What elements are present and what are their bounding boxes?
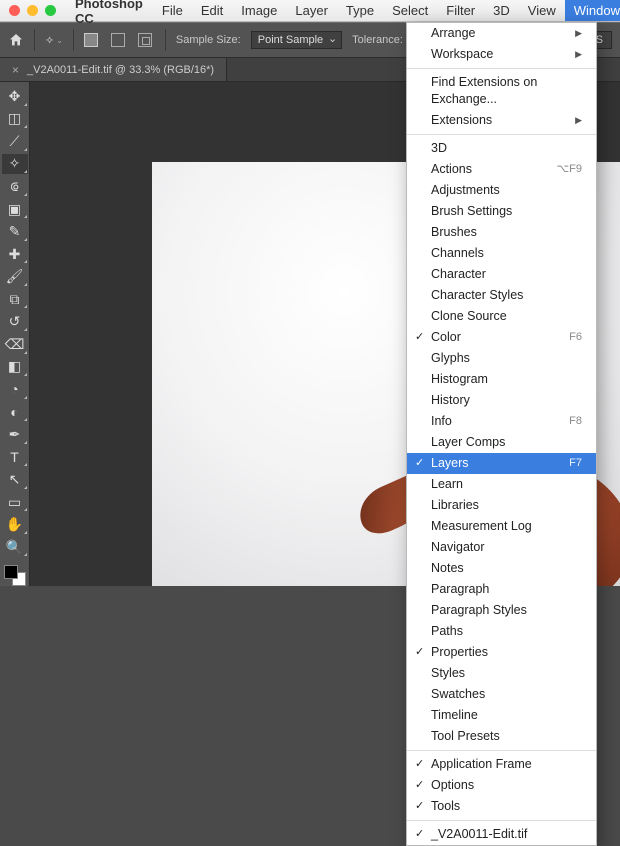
separator	[34, 29, 35, 51]
crop-tool[interactable]: ⟃	[2, 176, 28, 197]
dodge-tool[interactable]: ◐	[2, 402, 28, 423]
menu-3d[interactable]: 3D	[484, 0, 519, 21]
window-menu-dropdown: ArrangeWorkspace Find Extensions on Excha…	[406, 22, 597, 846]
menuitem-styles[interactable]: Styles	[407, 663, 596, 684]
selection-subtract-icon[interactable]	[138, 33, 152, 47]
eyedropper-tool[interactable]: ✎	[2, 221, 28, 242]
menuitem--v2a0011-edit-tif[interactable]: ✓_V2A0011-Edit.tif	[407, 824, 596, 845]
menu-image[interactable]: Image	[232, 0, 286, 21]
menuitem-brushes[interactable]: Brushes	[407, 222, 596, 243]
zoom-window[interactable]	[45, 5, 56, 16]
app-name: Photoshop CC	[65, 0, 153, 26]
sample-size-label: Sample Size:	[176, 34, 241, 46]
menu-window[interactable]: Window	[565, 0, 620, 21]
menu-file[interactable]: File	[153, 0, 192, 21]
menuitem-paragraph-styles[interactable]: Paragraph Styles	[407, 600, 596, 621]
color-swatches[interactable]	[4, 565, 26, 586]
menuitem-navigator[interactable]: Navigator	[407, 537, 596, 558]
separator	[73, 29, 74, 51]
menu-type[interactable]: Type	[337, 0, 383, 21]
menuitem-layers[interactable]: ✓LayersF7	[407, 453, 596, 474]
menuitem-extensions[interactable]: Extensions	[407, 110, 596, 131]
lasso-tool[interactable]: ⟋	[2, 131, 28, 152]
menu-edit[interactable]: Edit	[192, 0, 232, 21]
history-brush-tool[interactable]: ↺	[2, 311, 28, 332]
menuitem-3d[interactable]: 3D	[407, 138, 596, 159]
menuitem-history[interactable]: History	[407, 390, 596, 411]
menuitem-brush-settings[interactable]: Brush Settings	[407, 201, 596, 222]
menubar: Photoshop CC FileEditImageLayerTypeSelec…	[0, 0, 620, 22]
menuitem-character[interactable]: Character	[407, 264, 596, 285]
menuitem-clone-source[interactable]: Clone Source	[407, 306, 596, 327]
brush-tool[interactable]: 🖌	[2, 266, 28, 287]
menuitem-character-styles[interactable]: Character Styles	[407, 285, 596, 306]
menuitem-find-extensions-on-exchange-[interactable]: Find Extensions on Exchange...	[407, 72, 596, 110]
pen-tool[interactable]: ✒	[2, 424, 28, 445]
menuitem-libraries[interactable]: Libraries	[407, 495, 596, 516]
menuitem-learn[interactable]: Learn	[407, 474, 596, 495]
menuitem-info[interactable]: InfoF8	[407, 411, 596, 432]
marquee-tool[interactable]: ◫	[2, 109, 28, 130]
menuitem-actions[interactable]: Actions⌥F9	[407, 159, 596, 180]
close-window[interactable]	[9, 5, 20, 16]
menuitem-properties[interactable]: ✓Properties	[407, 642, 596, 663]
document-tab-title: _V2A0011-Edit.tif @ 33.3% (RGB/16*)	[27, 64, 214, 76]
eraser-tool[interactable]: ⌫	[2, 334, 28, 355]
menuitem-tool-presets[interactable]: Tool Presets	[407, 726, 596, 747]
selection-new-icon[interactable]	[84, 33, 98, 47]
stamp-tool[interactable]: ⧉	[2, 289, 28, 310]
zoom-tool[interactable]: 🔍	[2, 537, 28, 558]
menuitem-arrange[interactable]: Arrange	[407, 23, 596, 44]
menuitem-channels[interactable]: Channels	[407, 243, 596, 264]
menuitem-layer-comps[interactable]: Layer Comps	[407, 432, 596, 453]
menuitem-tools[interactable]: ✓Tools	[407, 796, 596, 817]
type-tool[interactable]: T	[2, 447, 28, 468]
menuitem-paragraph[interactable]: Paragraph	[407, 579, 596, 600]
menuitem-histogram[interactable]: Histogram	[407, 369, 596, 390]
menuitem-paths[interactable]: Paths	[407, 621, 596, 642]
path-tool[interactable]: ↖	[2, 469, 28, 490]
window-controls	[0, 5, 65, 16]
selection-add-icon[interactable]	[111, 33, 125, 47]
hand-tool[interactable]: ✋	[2, 514, 28, 535]
menuitem-timeline[interactable]: Timeline	[407, 705, 596, 726]
menu-layer[interactable]: Layer	[286, 0, 337, 21]
separator	[165, 29, 166, 51]
menuitem-color[interactable]: ✓ColorF6	[407, 327, 596, 348]
menuitem-swatches[interactable]: Swatches	[407, 684, 596, 705]
magic-wand-tool[interactable]: ✧	[2, 154, 28, 175]
move-tool[interactable]: ✥	[2, 86, 28, 107]
menuitem-measurement-log[interactable]: Measurement Log	[407, 516, 596, 537]
frame-tool[interactable]: ▣	[2, 199, 28, 220]
menuitem-options[interactable]: ✓Options	[407, 775, 596, 796]
minimize-window[interactable]	[27, 5, 38, 16]
document-tab[interactable]: × _V2A0011-Edit.tif @ 33.3% (RGB/16*)	[0, 58, 227, 81]
menuitem-workspace[interactable]: Workspace	[407, 44, 596, 65]
tolerance-label: Tolerance:	[352, 34, 403, 46]
close-tab-icon[interactable]: ×	[12, 63, 19, 77]
menuitem-adjustments[interactable]: Adjustments	[407, 180, 596, 201]
menuitem-application-frame[interactable]: ✓Application Frame	[407, 754, 596, 775]
shape-tool[interactable]: ▭	[2, 492, 28, 513]
tool-preset-icon[interactable]: ✧⌄	[45, 34, 63, 47]
home-icon[interactable]	[8, 32, 24, 48]
blur-tool[interactable]: ◔	[2, 379, 28, 400]
menuitem-notes[interactable]: Notes	[407, 558, 596, 579]
menuitem-glyphs[interactable]: Glyphs	[407, 348, 596, 369]
menu-select[interactable]: Select	[383, 0, 437, 21]
menu-filter[interactable]: Filter	[437, 0, 484, 21]
gradient-tool[interactable]: ◧	[2, 357, 28, 378]
sample-size-dropdown[interactable]: Point Sample	[251, 31, 342, 49]
menu-view[interactable]: View	[519, 0, 565, 21]
healing-tool[interactable]: ✚	[2, 244, 28, 265]
fg-color-swatch[interactable]	[4, 565, 18, 579]
tools-panel: ✥◫⟋✧⟃▣✎✚🖌⧉↺⌫◧◔◐✒T↖▭✋🔍	[0, 82, 30, 586]
